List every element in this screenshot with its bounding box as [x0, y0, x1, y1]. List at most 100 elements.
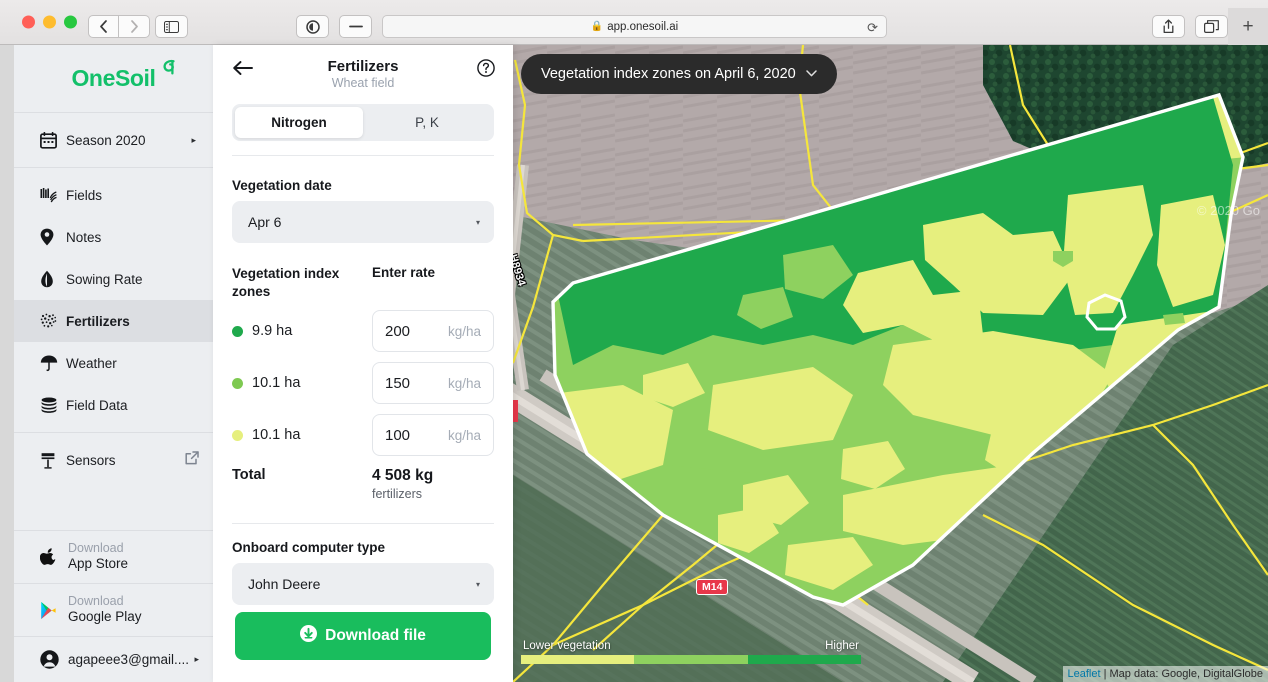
question-circle-icon[interactable]	[477, 59, 495, 82]
zone-color-dot	[232, 377, 243, 389]
sidebar-item-weather[interactable]: Weather	[14, 342, 213, 384]
download-file-button[interactable]: Download file	[235, 612, 491, 660]
sidebar-item-sensors[interactable]: Sensors	[14, 439, 213, 481]
toolbar-right-buttons	[1152, 15, 1228, 38]
minimize-window-button[interactable]	[43, 15, 56, 29]
vegetation-date-select[interactable]: Apr 6 ▾	[232, 201, 494, 243]
close-window-button[interactable]	[22, 15, 35, 29]
sidebar-item-label: Season 2020	[66, 132, 146, 148]
account-row[interactable]: agapeee3@gmail.... ▸	[14, 637, 213, 682]
app-logo[interactable]: OneSoil	[14, 45, 213, 112]
store-name: Google Play	[68, 609, 142, 625]
rate-input[interactable]: 150 kg/ha	[372, 362, 494, 405]
download-label: Download	[68, 540, 124, 555]
database-icon	[40, 397, 66, 413]
rate-input[interactable]: 100 kg/ha	[372, 414, 494, 457]
legend-high-label: Higher	[825, 640, 859, 652]
chevron-down-icon	[806, 69, 817, 80]
fertilizer-type-tabs: Nitrogen P, K	[232, 104, 494, 141]
selected-value: Apr 6	[248, 214, 282, 230]
avatar-icon	[40, 650, 68, 669]
fields-icon	[40, 187, 66, 203]
browser-chrome: 🔒 app.onesoil.ai ⟳ +	[0, 0, 1268, 45]
lock-icon: 🔒	[590, 21, 604, 32]
tab-pk[interactable]: P, K	[363, 107, 491, 138]
map-canvas[interactable]	[513, 45, 1268, 682]
zones-table-header: Vegetation index zones Enter rate	[232, 265, 494, 301]
sidebar-item-sowing-rate[interactable]: Sowing Rate	[14, 258, 213, 300]
onboard-computer-select[interactable]: John Deere ▾	[232, 563, 494, 606]
total-value: 4 508 kg	[372, 467, 434, 485]
sidebar-toggle-button[interactable]	[155, 15, 188, 38]
download-label: Download file	[325, 627, 426, 644]
new-tab-button[interactable]: +	[1228, 8, 1268, 45]
map-marker[interactable]	[513, 400, 518, 422]
selected-value: John Deere	[248, 576, 321, 593]
tab-nitrogen[interactable]: Nitrogen	[235, 107, 363, 138]
attribution-separator: |	[1100, 668, 1110, 680]
vegetation-legend: Lower vegetation Higher	[521, 640, 1268, 664]
tab-label: Nitrogen	[271, 115, 327, 130]
apple-icon	[40, 547, 68, 567]
zone-row: 9.9 ha 200 kg/ha	[232, 305, 494, 357]
map-view[interactable]: H8934 M14 © 2020 Go Vegetation index zon…	[513, 45, 1268, 682]
pin-icon	[40, 228, 66, 246]
zone-row: 10.1 ha 100 kg/ha	[232, 409, 494, 461]
sidebar-item-notes[interactable]: Notes	[14, 216, 213, 258]
rate-input[interactable]: 200 kg/ha	[372, 310, 494, 353]
account-email: agapeee3@gmail....	[68, 652, 190, 667]
divider	[232, 155, 494, 156]
window-traffic-lights	[22, 15, 77, 29]
sidebar-item-label: Sensors	[66, 452, 116, 468]
legend-low-label: Lower vegetation	[523, 640, 611, 652]
url-text: app.onesoil.ai	[607, 20, 679, 33]
zone-row: 10.1 ha 150 kg/ha	[232, 357, 494, 409]
zone-area: 9.9 ha	[252, 323, 293, 340]
sidebar-item-label: Fields	[66, 187, 103, 203]
maximize-window-button[interactable]	[64, 15, 77, 29]
sidebar-item-label: Fertilizers	[66, 313, 130, 329]
rate-unit: kg/ha	[447, 427, 481, 443]
map-attribution: Leaflet | Map data: Google, DigitalGlobe	[1062, 666, 1268, 682]
rate-value: 100	[385, 426, 411, 444]
download-google-play[interactable]: Download Google Play	[14, 584, 213, 636]
sensor-icon	[40, 452, 66, 469]
forward-button[interactable]	[119, 15, 150, 38]
external-link-icon[interactable]	[185, 450, 199, 470]
pill-label: Vegetation index zones on April 6, 2020	[541, 66, 796, 82]
leaflet-link[interactable]: Leaflet	[1068, 668, 1101, 680]
total-row: Total 4 508 kg fertilizers	[232, 467, 494, 501]
sidebar-item-season[interactable]: Season 2020 ▸	[14, 119, 213, 161]
rate-unit: kg/ha	[447, 375, 481, 391]
reload-icon[interactable]: ⟳	[867, 20, 878, 36]
store-name: App Store	[68, 556, 129, 572]
zone-area: 10.1 ha	[252, 375, 301, 392]
onboard-computer-label: Onboard computer type	[232, 540, 386, 556]
download-app-store[interactable]: Download App Store	[14, 531, 213, 583]
page-title: Fertilizers	[327, 58, 399, 75]
sidebar-item-fields[interactable]: Fields	[14, 174, 213, 216]
highway-badge-m14: M14	[696, 579, 729, 595]
tab-label: P, K	[415, 115, 439, 130]
rate-col-header: Enter rate	[372, 265, 436, 280]
back-button[interactable]	[88, 15, 119, 38]
share-button[interactable]	[1152, 15, 1185, 38]
address-bar[interactable]: 🔒 app.onesoil.ai ⟳	[382, 15, 887, 38]
reader-view-button[interactable]	[296, 15, 329, 38]
new-tab-label: +	[1242, 15, 1254, 37]
legend-swatch-low	[521, 655, 635, 664]
chevron-right-icon: ▸	[191, 134, 196, 145]
hide-toolbar-button[interactable]	[339, 15, 372, 38]
sensors-section: Sensors	[14, 433, 213, 487]
leaf-icon	[158, 57, 178, 84]
rate-unit: kg/ha	[447, 323, 481, 339]
show-tabs-button[interactable]	[1195, 15, 1228, 38]
vegetation-layer-selector[interactable]: Vegetation index zones on April 6, 2020	[521, 54, 837, 94]
sidebar-item-fertilizers[interactable]: Fertilizers	[14, 300, 213, 342]
panel-header: Fertilizers Wheat field	[213, 45, 513, 100]
sidebar-item-label: Sowing Rate	[66, 271, 143, 287]
arrow-left-icon[interactable]	[233, 59, 253, 80]
sidebar-item-field-data[interactable]: Field Data	[14, 384, 213, 426]
logo-text: OneSoil	[71, 65, 156, 91]
